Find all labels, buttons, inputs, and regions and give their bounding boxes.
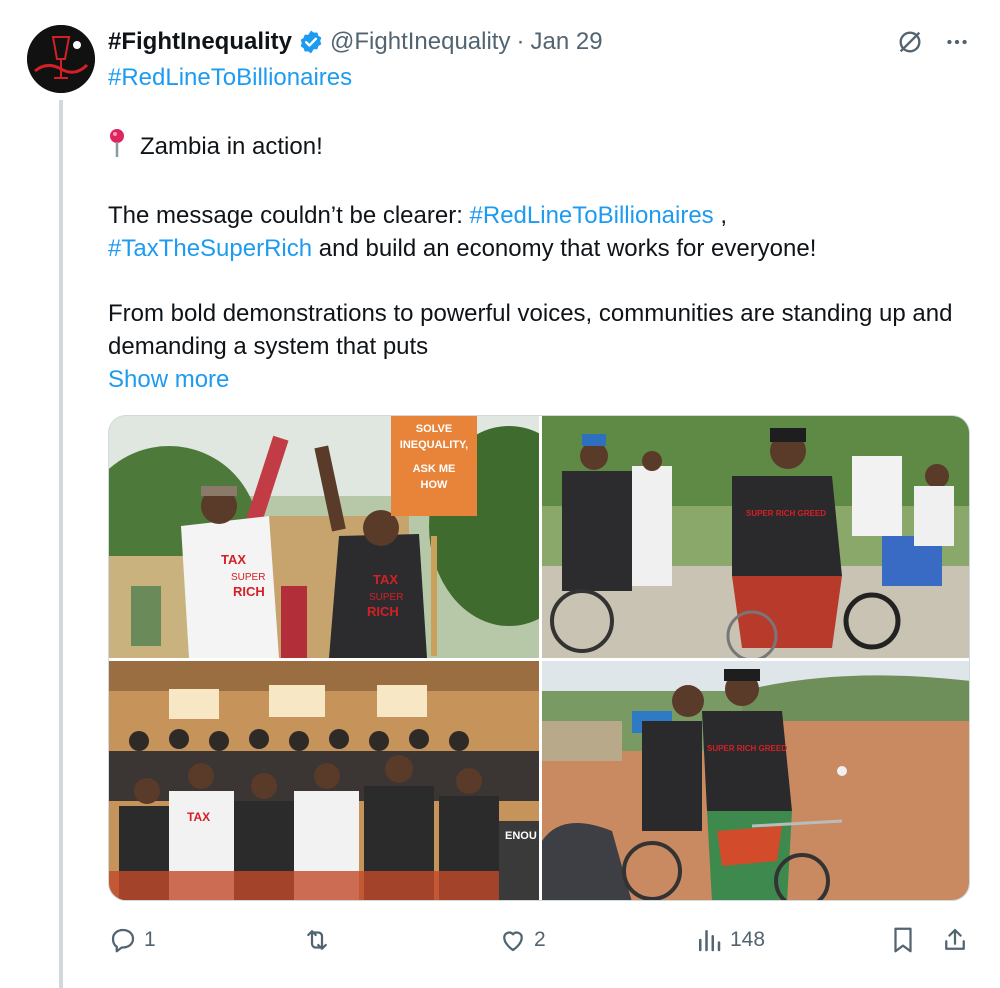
location-line: Zambia in action!	[108, 128, 968, 167]
reply-count: 1	[144, 928, 156, 951]
photo-2[interactable]: SUPER RICH GREED	[542, 416, 969, 658]
shirt-text-3: TAX	[187, 810, 210, 824]
shirt1-text: TAX	[221, 552, 246, 567]
tweet-text: Zambia in action! The message couldn’t b…	[108, 128, 968, 396]
retweet-button[interactable]	[302, 918, 338, 962]
message-comma: ,	[713, 202, 728, 229]
shirt2c-text: RICH	[367, 604, 399, 619]
share-button[interactable]	[940, 918, 970, 962]
views-count: 148	[730, 928, 766, 951]
views-icon	[699, 930, 721, 952]
sign-line1: SOLVE	[416, 423, 452, 435]
sign-line4: HOW	[421, 479, 449, 491]
location-text: Zambia in action!	[140, 133, 323, 160]
separator: ·	[516, 28, 525, 55]
more-icon[interactable]	[944, 29, 970, 55]
shirt1b-text: SUPER	[231, 572, 265, 583]
like-button[interactable]: 2	[498, 918, 546, 962]
pin-icon	[108, 128, 126, 167]
verified-badge-icon	[298, 29, 324, 55]
hashtag-redline[interactable]: #RedLineToBillionaires	[470, 202, 714, 229]
tweet-header: #FightInequality @FightInequality · Jan …	[108, 24, 970, 60]
like-icon	[503, 931, 523, 952]
handle[interactable]: @FightInequality	[330, 28, 510, 56]
photo-3[interactable]: TAX ENOU	[109, 661, 539, 900]
shirt2-text: TAX	[373, 572, 398, 587]
share-icon	[945, 928, 965, 950]
grok-icon[interactable]	[896, 28, 924, 56]
message-suffix: and build an economy that works for ever…	[312, 235, 817, 262]
sign-text-3: ENOU	[505, 830, 537, 842]
photo-4[interactable]: SUPER RICH GREED	[542, 661, 969, 900]
thread-line	[59, 100, 63, 988]
reply-icon	[111, 928, 135, 953]
shirt1c-text: RICH	[233, 584, 265, 599]
hashtag-link[interactable]: #RedLineToBillionaires	[108, 64, 352, 92]
reply-button[interactable]: 1	[108, 918, 156, 962]
hashtag-taxthesuperrich[interactable]: #TaxTheSuperRich	[108, 235, 312, 262]
show-more-link[interactable]: Show more	[108, 363, 968, 396]
media-grid: TAX SUPER RICH TAX SUPER RICH SOLVE INEQ…	[108, 415, 970, 901]
retweet-icon	[307, 930, 327, 950]
sign-line3: ASK ME	[413, 463, 456, 475]
shirt-text-2: SUPER RICH GREED	[746, 509, 826, 518]
photo-1[interactable]: TAX SUPER RICH TAX SUPER RICH SOLVE INEQ…	[109, 416, 539, 658]
action-bar: 1 2 148	[108, 918, 970, 962]
sign-line2: INEQUALITY,	[400, 439, 468, 451]
display-name[interactable]: #FightInequality	[108, 28, 292, 56]
like-count: 2	[534, 928, 546, 951]
demonstrations-paragraph: From bold demonstrations to powerful voi…	[108, 300, 953, 360]
tweet-card[interactable]: #FightInequality @FightInequality · Jan …	[0, 0, 1000, 988]
message-prefix: The message couldn’t be clearer:	[108, 202, 470, 229]
tweet-date[interactable]: Jan 29	[530, 28, 602, 56]
bookmark-icon	[894, 927, 912, 953]
header-actions	[896, 24, 970, 60]
shirt-text-4: SUPER RICH GREED	[707, 744, 787, 753]
views-button[interactable]: 148	[694, 918, 765, 962]
shirt2b-text: SUPER	[369, 592, 403, 603]
message-paragraph: The message couldn’t be clearer: #RedLin…	[108, 199, 968, 265]
avatar[interactable]	[27, 25, 95, 93]
avatar-logo	[27, 25, 95, 93]
bookmark-button[interactable]	[888, 918, 918, 962]
